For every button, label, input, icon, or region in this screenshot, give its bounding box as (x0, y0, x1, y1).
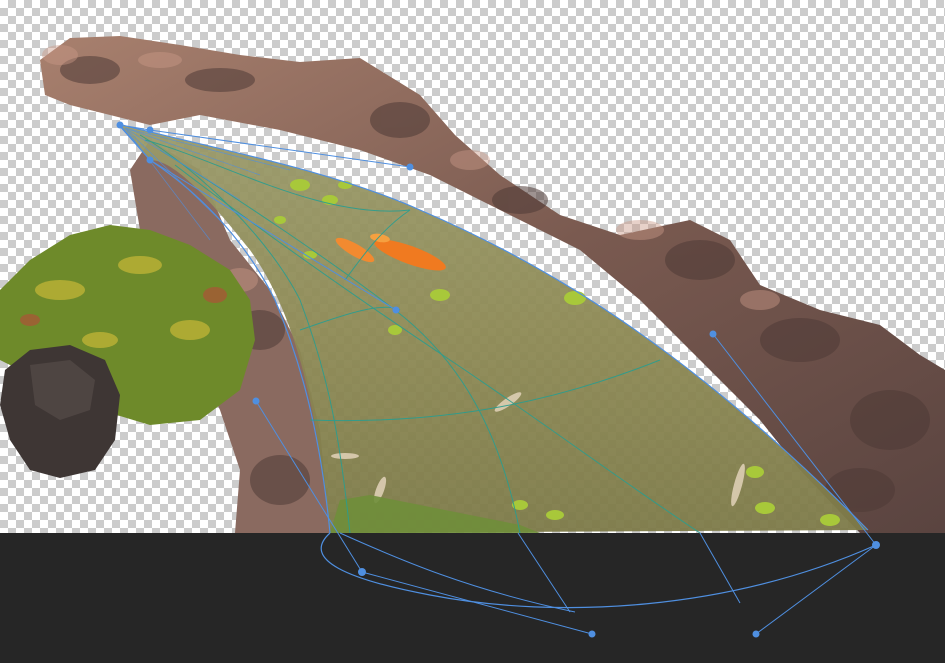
artwork-svg (0, 36, 945, 638)
warp-handle-top-left-a[interactable] (146, 126, 154, 134)
warp-handle-bottom-right[interactable] (752, 630, 760, 638)
warp-handle-left[interactable] (252, 397, 260, 405)
warp-anchor-top-left[interactable] (116, 121, 124, 129)
warp-handle-right[interactable] (709, 330, 717, 338)
warp-anchor-bottom-left[interactable] (358, 568, 366, 576)
warp-handle-center[interactable] (392, 306, 400, 314)
warp-handle-top[interactable] (406, 163, 414, 171)
warp-handle-bottom-left[interactable] (588, 630, 596, 638)
warp-edge-bottom[interactable] (320, 532, 877, 609)
warp-handle-top-left-b[interactable] (146, 156, 154, 164)
warp-anchor-bottom-right[interactable] (872, 541, 880, 549)
